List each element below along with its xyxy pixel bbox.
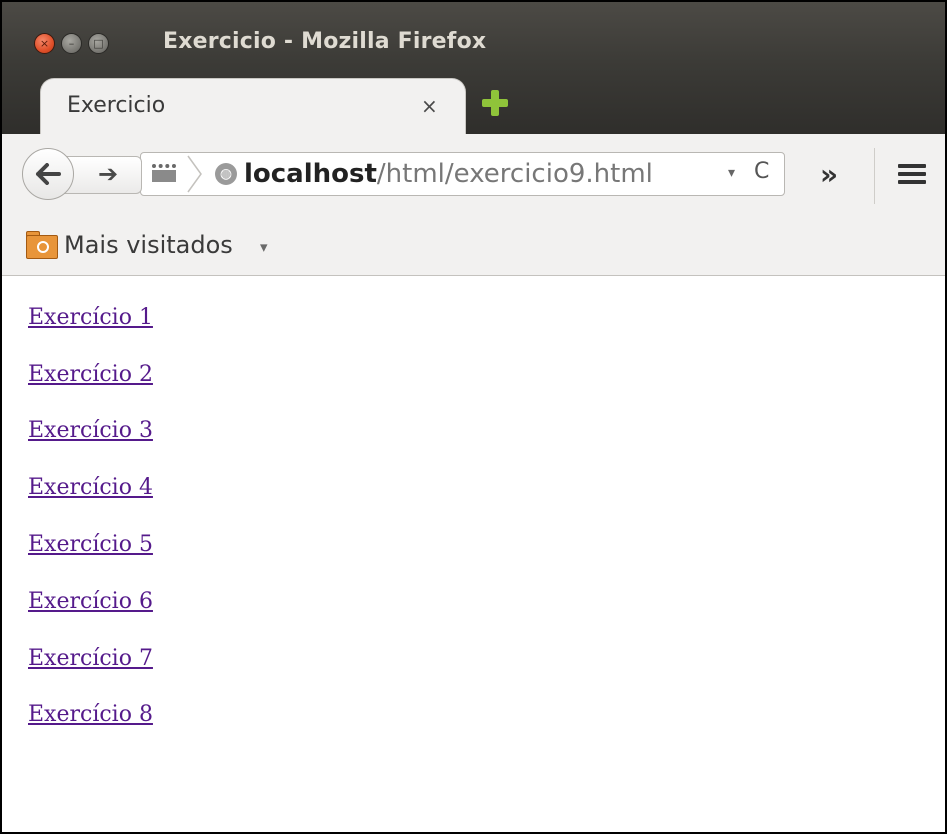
hamburger-menu-icon[interactable]	[898, 164, 926, 184]
maximize-icon: □	[93, 37, 104, 50]
tab-label: Exercicio	[67, 93, 166, 118]
url-text[interactable]: localhost/html/exercicio9.html	[244, 159, 653, 189]
browser-window: × – □ Exercicio - Mozilla Firefox Exerci…	[0, 0, 947, 834]
link-exercicio-8[interactable]: Exercício 8	[28, 702, 153, 727]
page-info-icon[interactable]	[152, 164, 176, 182]
url-history-dropdown-icon[interactable]: ▾	[728, 165, 735, 181]
bookmark-dropdown-icon[interactable]: ▾	[260, 238, 268, 256]
link-exercicio-4[interactable]: Exercício 4	[28, 475, 153, 500]
close-icon: ×	[39, 37, 50, 50]
link-exercicio-6[interactable]: Exercício 6	[28, 589, 153, 614]
window-maximize-button[interactable]: □	[88, 33, 109, 54]
minimize-icon: –	[68, 37, 75, 50]
forward-arrow-icon: ➔	[98, 160, 119, 188]
link-exercicio-5[interactable]: Exercício 5	[28, 532, 153, 557]
url-path: /html/exercicio9.html	[376, 159, 653, 189]
back-button[interactable]	[22, 148, 74, 200]
reload-icon[interactable]: C	[754, 159, 769, 184]
globe-icon: ◍	[215, 163, 237, 185]
link-exercicio-2[interactable]: Exercício 2	[28, 362, 153, 387]
url-separator-chevron	[187, 155, 202, 193]
back-arrow-icon	[36, 163, 61, 185]
window-title: Exercicio - Mozilla Firefox	[163, 29, 487, 54]
tab-close-icon[interactable]: ×	[421, 94, 438, 118]
smart-bookmarks-folder-icon[interactable]	[26, 231, 58, 259]
link-exercicio-1[interactable]: Exercício 1	[28, 305, 153, 330]
link-exercicio-3[interactable]: Exercício 3	[28, 418, 153, 443]
window-close-button[interactable]: ×	[34, 33, 55, 54]
overflow-chevron-icon[interactable]: »	[820, 158, 838, 191]
new-tab-plus-icon[interactable]	[482, 90, 508, 116]
url-host: localhost	[244, 159, 377, 189]
link-exercicio-7[interactable]: Exercício 7	[28, 646, 153, 671]
bookmark-mais-visitados[interactable]: Mais visitados	[64, 231, 233, 259]
window-minimize-button[interactable]: –	[61, 33, 82, 54]
tab-exercicio[interactable]: Exercicio ×	[40, 78, 466, 136]
page-content: Exercício 1 Exercício 2 Exercício 3 Exer…	[2, 277, 945, 832]
toolbar-divider	[874, 148, 875, 204]
